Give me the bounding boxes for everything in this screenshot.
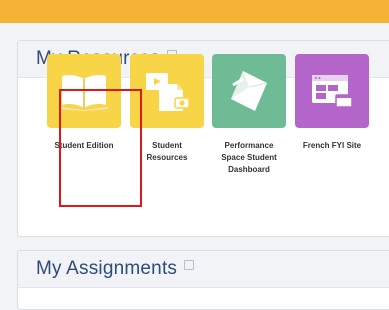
assignments-header: My Assignments	[18, 251, 389, 288]
tile-label[interactable]: Performance Space Student Dashboard	[212, 140, 286, 176]
assignments-title: My Assignments	[36, 258, 178, 279]
folded-paper-icon[interactable]	[212, 54, 286, 128]
tile-label[interactable]: French FYI Site	[295, 140, 369, 152]
assignments-panel: My Assignments	[17, 250, 389, 310]
tile-performance-space[interactable]: Performance Space Student Dashboard	[212, 54, 286, 176]
browser-window-icon[interactable]	[295, 54, 369, 128]
selection-highlight	[59, 89, 142, 207]
external-link-icon[interactable]	[184, 260, 195, 270]
tile-french-fyi[interactable]: French FYI Site	[295, 54, 369, 152]
top-bar	[0, 0, 389, 23]
